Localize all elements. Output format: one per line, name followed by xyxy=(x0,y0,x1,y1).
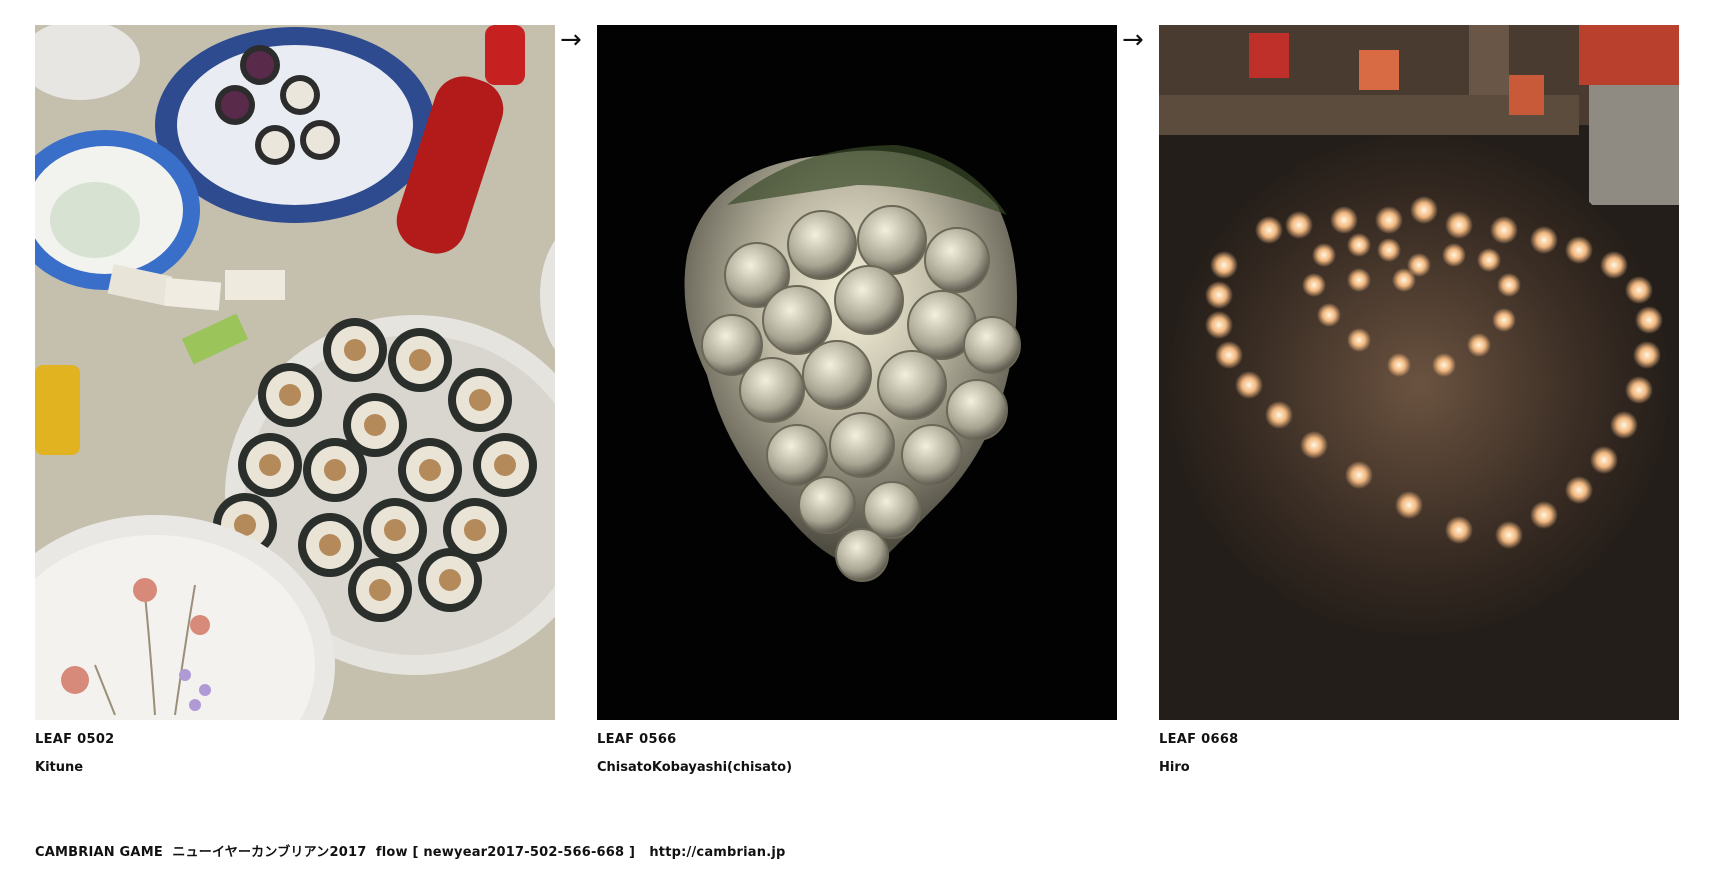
candle-heart-photo xyxy=(1159,25,1679,720)
footer-text: CAMBRIAN GAME ニューイヤーカンブリアン2017 flow [ ne… xyxy=(35,845,650,860)
leaf-id: LEAF 0668 xyxy=(1159,732,1239,747)
leaf-card-0502: LEAF 0502 Kitune xyxy=(35,25,555,775)
leaf-card-0668: LEAF 0668 Hiro xyxy=(1159,25,1679,775)
leaf-id: LEAF 0566 xyxy=(597,732,677,747)
glowing-grape-lamp-photo xyxy=(597,25,1117,720)
footer: CAMBRIAN GAME ニューイヤーカンブリアン2017 flow [ ne… xyxy=(35,841,786,860)
leaf-id: LEAF 0502 xyxy=(35,732,115,747)
leaf-author[interactable]: Hiro xyxy=(1159,760,1679,775)
sushi-rolls-photo xyxy=(35,25,555,720)
leaf-photo-0502[interactable] xyxy=(35,25,555,720)
leaf-author[interactable]: Kitune xyxy=(35,760,555,775)
footer-link[interactable]: http://cambrian.jp xyxy=(649,845,785,860)
leaf-author[interactable]: ChisatoKobayashi(chisato) xyxy=(597,760,1117,775)
flow-arrow-icon: → xyxy=(1122,25,1144,55)
leaf-photo-0668[interactable] xyxy=(1159,25,1679,720)
flow-arrow-icon: → xyxy=(560,25,582,55)
leaf-photo-0566[interactable] xyxy=(597,25,1117,720)
leaf-card-0566: LEAF 0566 ChisatoKobayashi(chisato) xyxy=(597,25,1117,775)
